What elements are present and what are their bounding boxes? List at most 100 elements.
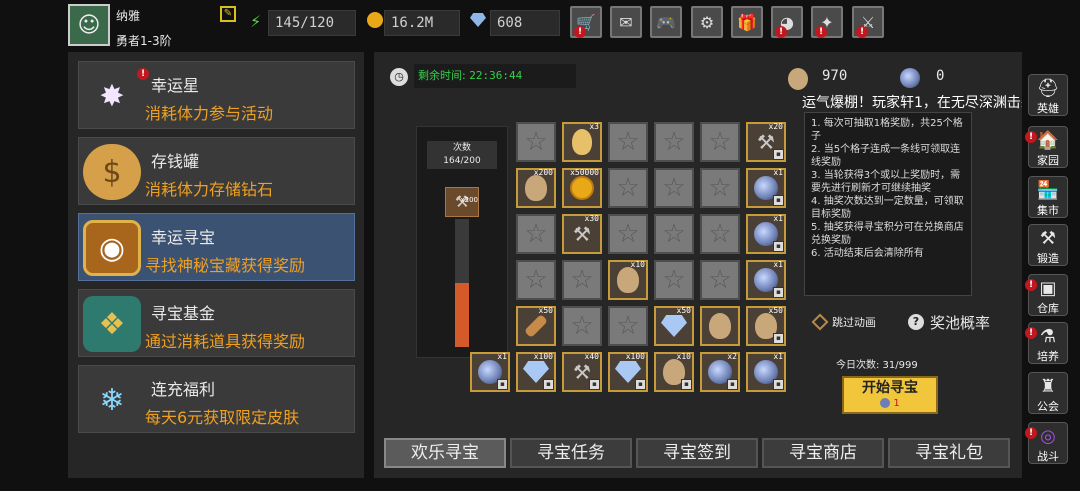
sparkle-icon[interactable]: ✦! xyxy=(811,6,843,38)
pool-odds-link[interactable]: 奖池概率 xyxy=(930,312,990,333)
nav-forge[interactable]: ⚒ 锻造 xyxy=(1028,224,1068,266)
gem-icon xyxy=(661,315,687,337)
tab-happy-treasure[interactable]: 欢乐寻宝 xyxy=(384,438,506,468)
helmet-icon: ⛑ xyxy=(1036,78,1060,99)
wheel-icon[interactable]: ◕! xyxy=(771,6,803,38)
grid-cell-reward[interactable]: x1 ▪ xyxy=(746,260,786,300)
dino-egg-icon xyxy=(788,68,808,90)
grid-cell-reward[interactable]: x1 ▪ xyxy=(746,352,786,392)
grid-cell-hidden[interactable] xyxy=(700,168,740,208)
grid-cell-reward[interactable]: x50 xyxy=(654,306,694,346)
grid-cell-reward[interactable]: x1 ▪ xyxy=(470,352,510,392)
nav-home[interactable]: ! 🏠 家园 xyxy=(1025,126,1068,168)
grid-cell-reward[interactable]: x50 xyxy=(516,306,556,346)
cart-icon[interactable]: 🛒! xyxy=(570,6,602,38)
reward-count: x50000 xyxy=(570,168,599,177)
tab-treasure-shop[interactable]: 寻宝商店 xyxy=(762,438,884,468)
reward-count: x100 xyxy=(533,352,553,361)
piggy-bank-icon: $ xyxy=(83,144,141,200)
skip-animation-label: 跳过动画 xyxy=(832,316,876,329)
sidebar-item-recharge-bonus[interactable]: ❄ 连充福利 每天6元获取限定皮肤 xyxy=(78,365,355,433)
stamina-value: 145/120 xyxy=(268,10,356,36)
nav-heroes[interactable]: ⛑ 英雄 xyxy=(1028,74,1068,116)
lock-icon: ▪ xyxy=(773,333,784,344)
grid-cell-reward[interactable]: x2 ▪ xyxy=(700,352,740,392)
grid-cell-hidden[interactable] xyxy=(654,260,694,300)
grid-cell-hidden[interactable] xyxy=(608,122,648,162)
progress-reward[interactable]: ⚒ x200 xyxy=(445,187,479,217)
sidebar-item-piggy-bank[interactable]: $ 存钱罐 消耗体力存储钻石 xyxy=(78,137,355,205)
mail-icon[interactable]: ✉ xyxy=(610,6,642,38)
potion-icon: ⚗ xyxy=(1039,326,1057,347)
progress-track xyxy=(455,219,469,347)
grid-cell-reward[interactable]: x1 ▪ xyxy=(746,168,786,208)
stamina-icon: ⚡ xyxy=(250,12,262,31)
grid-cell-reward[interactable]: x100 ▪ xyxy=(516,352,556,392)
grid-cell-hidden[interactable] xyxy=(562,260,602,300)
grid-cell-reward[interactable]: ⚒ x30 xyxy=(562,214,602,254)
grid-cell-reward[interactable] xyxy=(700,306,740,346)
gear-icon[interactable]: ⚙ xyxy=(691,6,723,38)
gem-value: 608 xyxy=(490,10,560,36)
grid-cell-hidden[interactable] xyxy=(654,122,694,162)
lock-icon: ▪ xyxy=(773,195,784,206)
grid-cell-hidden[interactable] xyxy=(700,122,740,162)
swords-icon[interactable]: ⚔! xyxy=(852,6,884,38)
grid-cell-hidden[interactable] xyxy=(654,168,694,208)
grid-cell-reward[interactable]: x50 ▪ xyxy=(746,306,786,346)
lock-icon: ▪ xyxy=(497,379,508,390)
lock-icon: ▪ xyxy=(635,379,646,390)
sidebar-item-lucky-treasure[interactable]: ◉ 幸运寻宝 寻找神秘宝藏获得奖励 xyxy=(78,213,355,281)
count-label: 次数 xyxy=(452,143,471,153)
grid-cell-reward[interactable]: x100 ▪ xyxy=(608,352,648,392)
lock-icon: ▪ xyxy=(773,149,784,160)
edit-icon[interactable]: ✎ xyxy=(220,6,236,22)
grid-cell-hidden[interactable] xyxy=(700,260,740,300)
tab-treasure-checkin[interactable]: 寻宝签到 xyxy=(636,438,758,468)
grid-cell-hidden[interactable] xyxy=(516,122,556,162)
grid-cell-hidden[interactable] xyxy=(562,306,602,346)
grid-cell-hidden[interactable] xyxy=(608,214,648,254)
grid-cell-reward[interactable]: x200 xyxy=(516,168,556,208)
lock-icon: ▪ xyxy=(773,241,784,252)
skip-animation-checkbox[interactable] xyxy=(811,313,829,331)
sidebar-item-lucky-star[interactable]: ✸ ! 幸运星 消耗体力参与活动 xyxy=(78,61,355,129)
sidebar-item-treasure-fund[interactable]: ❖ 寻宝基金 通过消耗道具获得奖励 xyxy=(78,289,355,357)
grid-cell-reward[interactable]: x3 xyxy=(562,122,602,162)
grid-cell-hidden[interactable] xyxy=(654,214,694,254)
grid-cell-hidden[interactable] xyxy=(516,260,556,300)
reward-count: x30 xyxy=(584,214,599,223)
gamepad-icon[interactable]: 🎮 xyxy=(650,6,682,38)
start-treasure-button[interactable]: 开始寻宝 1 xyxy=(842,376,938,414)
guild-icon: ♜ xyxy=(1039,376,1057,397)
crystal-icon: ❄ xyxy=(99,382,125,418)
nav-battle[interactable]: ! ◎ 战斗 xyxy=(1025,422,1068,464)
grid-cell-reward[interactable]: ⚒ x40 ▪ xyxy=(562,352,602,392)
timer-label: 剩余时间: xyxy=(418,69,466,82)
reward-count: x10 xyxy=(676,352,691,361)
player-name: 纳雅 xyxy=(116,9,141,23)
dino-icon xyxy=(525,175,547,201)
bone-icon xyxy=(523,313,549,339)
avatar[interactable]: ☺ xyxy=(68,4,110,46)
rule-4: 4. 抽奖次数达到一定数量，可领取目标奖励 xyxy=(811,196,964,220)
grid-cell-hidden[interactable] xyxy=(516,214,556,254)
help-icon[interactable]: ? xyxy=(908,314,924,330)
reward-count: x50 xyxy=(676,306,691,315)
grid-cell-reward[interactable]: ⚒ x20 ▪ xyxy=(746,122,786,162)
nav-guild[interactable]: ♜ 公会 xyxy=(1028,372,1068,414)
grid-cell-reward[interactable]: x10 xyxy=(608,260,648,300)
tab-treasure-gift[interactable]: 寻宝礼包 xyxy=(888,438,1010,468)
nav-training[interactable]: ! ⚗ 培养 xyxy=(1025,322,1068,364)
reward-count: x40 xyxy=(584,352,599,361)
grid-cell-hidden[interactable] xyxy=(608,168,648,208)
grid-cell-reward[interactable]: x50000 xyxy=(562,168,602,208)
gift-icon[interactable]: 🎁 xyxy=(731,6,763,38)
tab-treasure-tasks[interactable]: 寻宝任务 xyxy=(510,438,632,468)
grid-cell-hidden[interactable] xyxy=(608,306,648,346)
nav-warehouse[interactable]: ! ▣ 仓库 xyxy=(1025,274,1068,316)
nav-market[interactable]: 🏪 集市 xyxy=(1028,176,1068,218)
grid-cell-hidden[interactable] xyxy=(700,214,740,254)
grid-cell-reward[interactable]: x10 ▪ xyxy=(654,352,694,392)
grid-cell-reward[interactable]: x1 ▪ xyxy=(746,214,786,254)
